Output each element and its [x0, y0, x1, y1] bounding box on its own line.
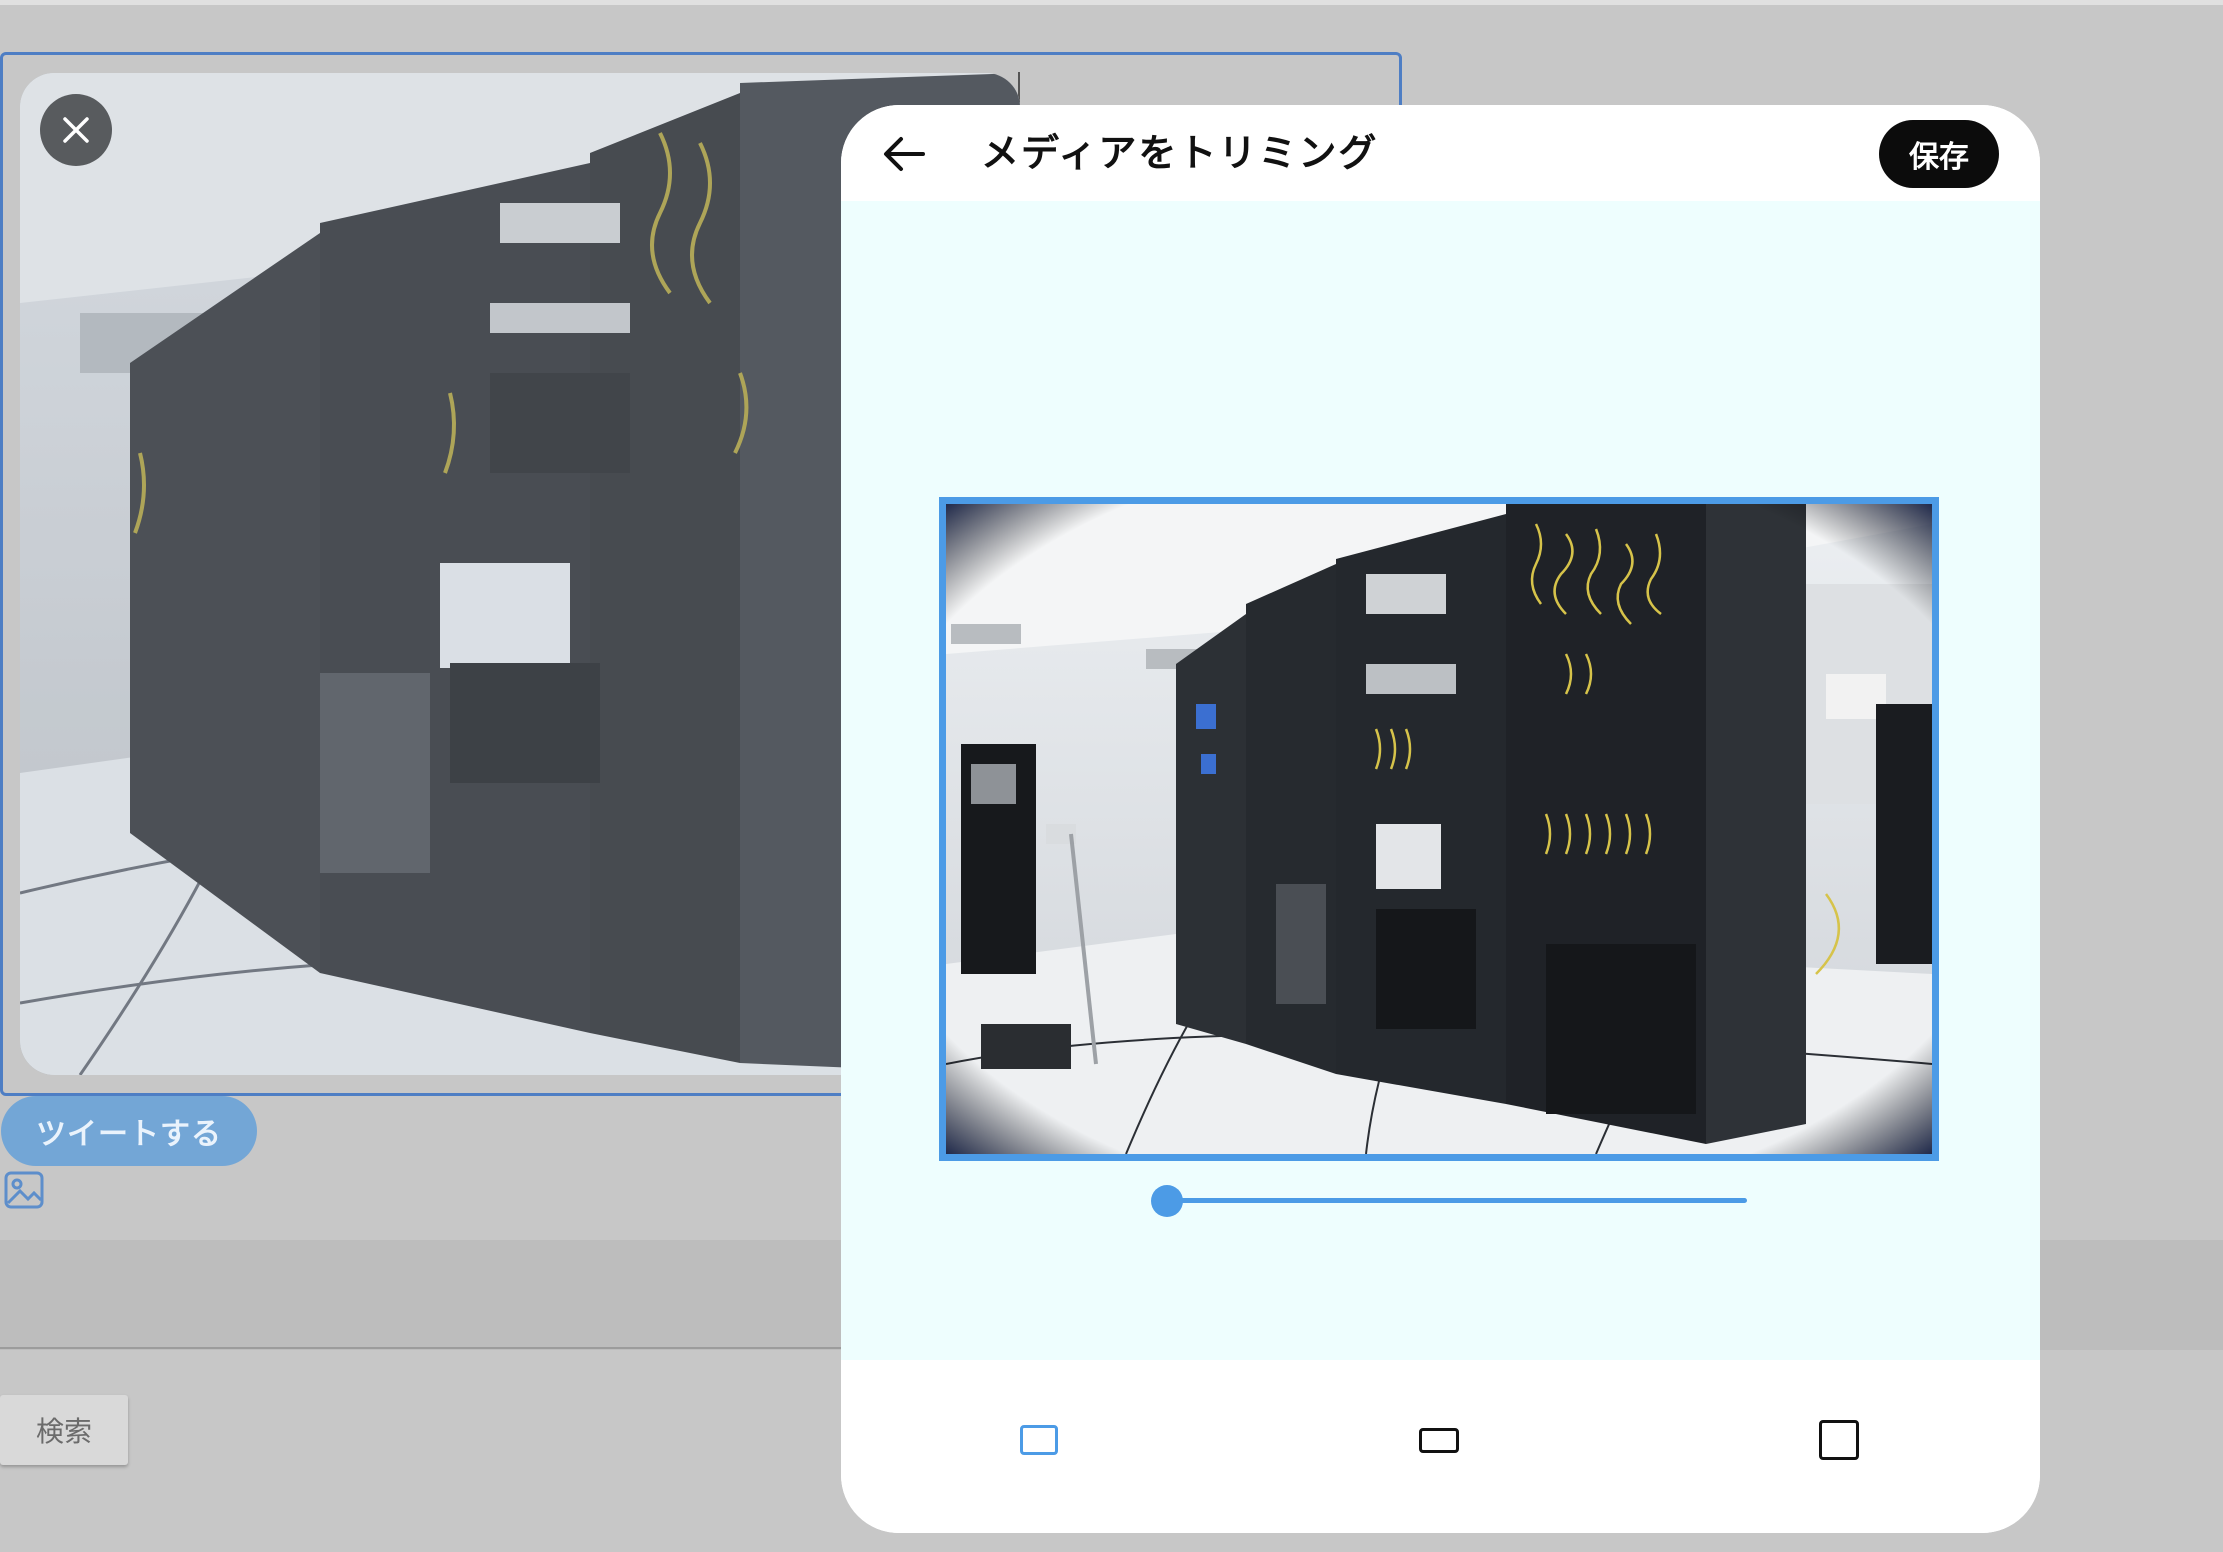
- save-button[interactable]: 保存: [1879, 120, 1999, 188]
- modal-header: メディアをトリミング 保存: [841, 105, 2040, 201]
- tweet-button[interactable]: ツイートする: [1, 1096, 257, 1166]
- aspect-square-button[interactable]: [1807, 1410, 1867, 1470]
- aspect-ratio-bar: [841, 1360, 2040, 1533]
- remove-media-button[interactable]: [40, 94, 112, 166]
- crop-area: [841, 201, 2040, 1360]
- aspect-square-icon: [1819, 1420, 1859, 1460]
- image-icon[interactable]: [4, 1170, 44, 1210]
- modal-title: メディアをトリミング: [981, 133, 1379, 175]
- divider: [0, 1347, 850, 1349]
- aspect-wide-icon: [1419, 1428, 1459, 1453]
- back-button[interactable]: [879, 129, 929, 179]
- top-strip: [0, 0, 2223, 5]
- aspect-original-button[interactable]: [1008, 1410, 1068, 1470]
- search-button[interactable]: 検索: [0, 1395, 128, 1465]
- server-room-photo: [946, 504, 1932, 1154]
- trim-media-modal: メディアをトリミング 保存: [841, 105, 2040, 1533]
- close-icon: [63, 117, 89, 143]
- zoom-slider-track: [1163, 1198, 1747, 1203]
- crop-frame[interactable]: [939, 497, 1939, 1161]
- zoom-slider-thumb[interactable]: [1151, 1185, 1183, 1217]
- page: ツイートする 検索 メディアをトリミング 保存: [0, 0, 2223, 1552]
- aspect-original-icon: [1020, 1425, 1058, 1455]
- arrow-left-icon: [884, 137, 925, 171]
- zoom-slider[interactable]: [1151, 1181, 1751, 1221]
- aspect-wide-button[interactable]: [1408, 1410, 1468, 1470]
